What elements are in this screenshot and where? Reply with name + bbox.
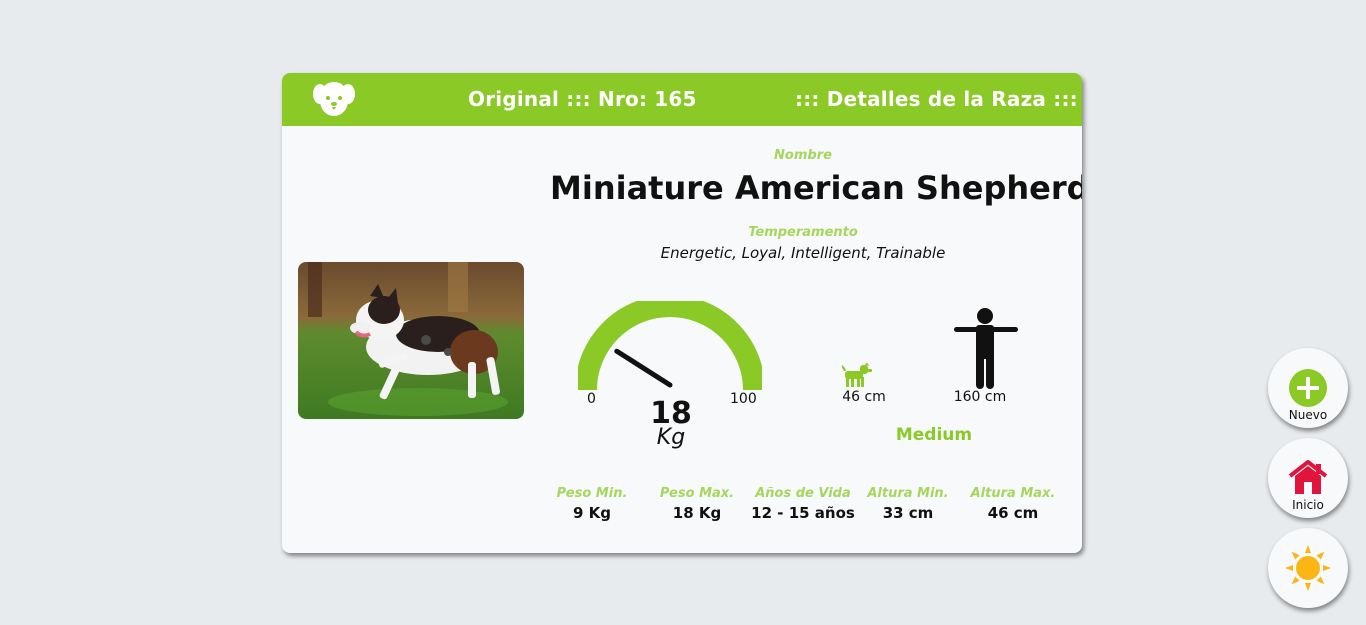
stat-label: Altura Max.: [970, 486, 1056, 501]
weight-unit: Kg: [656, 425, 686, 450]
breed-detail-card: Original ::: Nro: 165 ::: Detalles de la…: [282, 73, 1082, 553]
breed-number-title: Original ::: Nro: 165: [468, 87, 697, 111]
stat-height-max: Altura Max. 46 cm: [958, 486, 1068, 522]
person-icon: [954, 308, 1018, 389]
home-button-label: Inicio: [1292, 498, 1324, 512]
stat-label: Años de Vida: [755, 486, 851, 501]
dog-face-icon[interactable]: [313, 81, 355, 117]
stat-value: 18 Kg: [672, 504, 722, 522]
home-button[interactable]: Inicio: [1268, 438, 1348, 518]
stat-value: 9 Kg: [572, 504, 612, 522]
gauge-max-label: 100: [730, 391, 757, 407]
stat-label: Altura Min.: [867, 486, 949, 501]
stat-weight-min: Peso Min. 9 Kg: [537, 486, 647, 522]
sun-icon: [1285, 545, 1331, 591]
gauge-needle: [614, 348, 673, 388]
section-title: ::: Detalles de la Raza :::: [795, 87, 1078, 111]
house-icon: [1288, 460, 1328, 494]
size-category: Medium: [895, 425, 973, 445]
card-header: Original ::: Nro: 165 ::: Detalles de la…: [282, 73, 1082, 126]
theme-toggle-button[interactable]: [1268, 528, 1348, 608]
breed-photo: [298, 262, 524, 419]
stat-value: 33 cm: [882, 504, 934, 522]
gauge-min-label: 0: [587, 391, 596, 407]
small-dog-icon: [841, 363, 872, 387]
name-caption: Nombre: [774, 148, 832, 163]
plus-circle-icon: [1289, 369, 1327, 407]
temperament-text: Energetic, Loyal, Intelligent, Trainable: [660, 244, 946, 262]
stat-height-min: Altura Min. 33 cm: [853, 486, 963, 522]
stat-label: Peso Max.: [659, 486, 735, 501]
stat-value: 12 - 15 años: [751, 504, 855, 522]
stat-value: 46 cm: [987, 504, 1039, 522]
stat-label: Peso Min.: [556, 486, 628, 501]
stat-weight-max: Peso Max. 18 Kg: [642, 486, 752, 522]
dog-height-label: 46 cm: [842, 389, 886, 405]
breed-name: Miniature American Shepherd: [550, 169, 1082, 207]
new-button[interactable]: Nuevo: [1268, 348, 1348, 428]
new-button-label: Nuevo: [1288, 408, 1328, 422]
temperament-caption: Temperamento: [748, 225, 858, 240]
person-height-label: 160 cm: [953, 389, 1007, 405]
stat-life-span: Años de Vida 12 - 15 años: [748, 486, 858, 522]
